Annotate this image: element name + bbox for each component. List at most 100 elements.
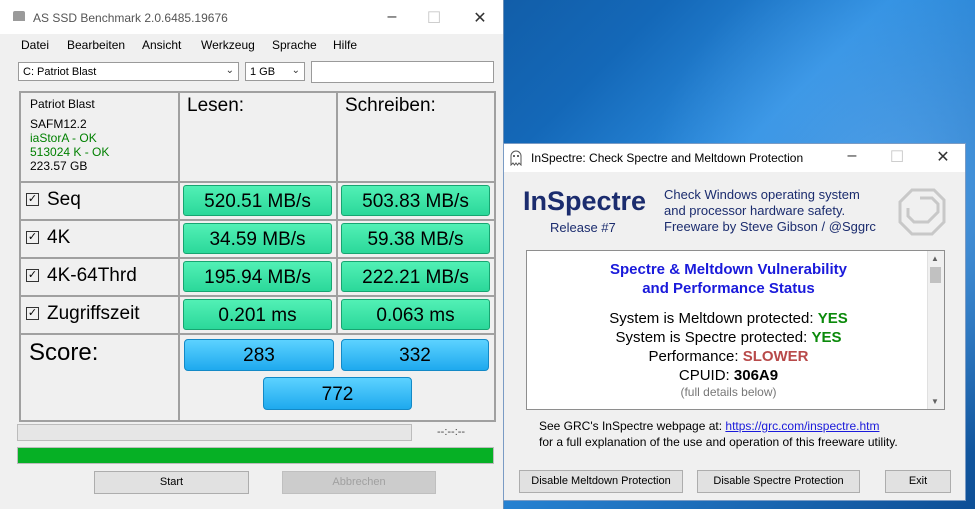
size-select[interactable]: 1 GB ⌄	[245, 62, 305, 81]
score-read: 283	[184, 339, 334, 371]
close-button[interactable]: ✕	[465, 8, 495, 28]
webpage-line: See GRC's InSpectre webpage at: https://…	[539, 419, 879, 433]
as-ssd-window: AS SSD Benchmark 2.0.6485.19676 – ☐ ✕ Da…	[0, 0, 504, 509]
grc-logo-icon	[898, 188, 946, 236]
chevron-down-icon: ⌄	[225, 65, 234, 76]
drive-select-value: C: Patriot Blast	[23, 66, 97, 78]
description-line: Freeware by Steve Gibson / @Sggrc	[664, 219, 876, 234]
menu-ansicht[interactable]: Ansicht	[142, 38, 181, 52]
menu-datei[interactable]: Datei	[21, 38, 49, 52]
scroll-thumb[interactable]	[930, 267, 941, 283]
menu-bar: Datei Bearbeiten Ansicht Werkzeug Sprach…	[0, 34, 503, 56]
row-label: 4K-64Thrd	[47, 265, 137, 286]
4k64-read-value: 195.94 MB/s	[183, 261, 332, 292]
window-title: AS SSD Benchmark 2.0.6485.19676	[33, 11, 228, 25]
status-heading: and Performance Status	[642, 280, 815, 297]
total-progress-bar	[17, 447, 494, 464]
menu-hilfe[interactable]: Hilfe	[333, 38, 357, 52]
4k64-write-cell: 222.21 MB/s	[337, 258, 495, 296]
access-write-cell: 0.063 ms	[337, 296, 495, 334]
test-progress-bar	[17, 424, 412, 441]
details-note: (full details below)	[680, 385, 777, 399]
read-header: Lesen:	[179, 92, 337, 182]
checkbox-checked-icon[interactable]: ✓	[26, 231, 39, 245]
4k-write-value: 59.38 MB/s	[341, 223, 490, 254]
menu-sprache[interactable]: Sprache	[272, 38, 317, 52]
spectre-value: YES	[811, 329, 842, 346]
description-line: and processor hardware safety.	[664, 203, 846, 218]
spectre-status: System is Spectre protected: YES	[527, 328, 930, 347]
description-line: Check Windows operating system	[664, 187, 860, 202]
row-label: Seq	[47, 189, 81, 210]
write-header: Schreiben:	[337, 92, 495, 182]
elapsed-time: --:--:--	[437, 426, 466, 438]
driver-status: iaStorA - OK	[30, 131, 97, 145]
4k64-write-value: 222.21 MB/s	[341, 261, 490, 292]
row-label: Zugriffszeit	[47, 303, 140, 324]
meltdown-label: System is Meltdown protected:	[609, 310, 814, 327]
4k-read-value: 34.59 MB/s	[183, 223, 332, 254]
disable-meltdown-button[interactable]: Disable Meltdown Protection	[519, 470, 683, 493]
minimize-button[interactable]: –	[377, 8, 407, 26]
seq-read-value: 520.51 MB/s	[183, 185, 332, 216]
cpuid-status: CPUID: 306A9	[527, 366, 930, 385]
explain-text: for a full explanation of the use and op…	[539, 435, 898, 449]
chevron-down-icon: ⌄	[291, 65, 300, 76]
close-button[interactable]: ✕	[928, 147, 958, 167]
scroll-up-icon[interactable]: ▲	[931, 254, 939, 263]
inspectre-window: InSpectre: Check Spectre and Meltdown Pr…	[503, 143, 966, 501]
row-4k[interactable]: ✓ 4K	[20, 220, 179, 258]
vertical-scrollbar[interactable]: ▲ ▼	[927, 251, 944, 409]
see-text: See GRC's InSpectre webpage at:	[539, 419, 723, 433]
drive-model: Patriot Blast	[30, 97, 95, 111]
score-total: 772	[263, 377, 412, 410]
status-panel: Spectre & Meltdown Vulnerability and Per…	[526, 250, 945, 410]
seq-read-cell: 520.51 MB/s	[179, 182, 337, 220]
abort-button[interactable]: Abbrechen	[282, 471, 436, 494]
4k64-read-cell: 195.94 MB/s	[179, 258, 337, 296]
maximize-button[interactable]: ☐	[419, 8, 449, 28]
disk-app-icon	[13, 11, 25, 21]
menu-werkzeug[interactable]: Werkzeug	[201, 38, 255, 52]
seq-write-cell: 503.83 MB/s	[337, 182, 495, 220]
checkbox-checked-icon[interactable]: ✓	[26, 193, 39, 207]
performance-status: Performance: SLOWER	[527, 347, 930, 366]
total-progress-fill	[18, 448, 493, 463]
score-area: 283 332 772	[179, 334, 495, 421]
checkbox-checked-icon[interactable]: ✓	[26, 269, 39, 283]
performance-value: SLOWER	[742, 348, 809, 365]
drive-select[interactable]: C: Patriot Blast ⌄	[18, 62, 239, 81]
spectre-label: System is Spectre protected:	[615, 329, 808, 346]
row-4k-64thrd[interactable]: ✓ 4K-64Thrd	[20, 258, 179, 296]
status-heading: Spectre & Meltdown Vulnerability	[610, 261, 847, 278]
access-write-value: 0.063 ms	[341, 299, 490, 330]
scroll-down-icon[interactable]: ▼	[931, 397, 939, 406]
release-label: Release #7	[550, 220, 616, 235]
minimize-button[interactable]: –	[837, 147, 867, 165]
4k-write-cell: 59.38 MB/s	[337, 220, 495, 258]
score-write: 332	[341, 339, 489, 371]
meltdown-value: YES	[817, 310, 848, 327]
drive-firmware: SAFM12.2	[30, 117, 87, 131]
drive-info: Patriot Blast SAFM12.2 iaStorA - OK 5130…	[20, 92, 179, 182]
row-zugriffszeit[interactable]: ✓ Zugriffszeit	[20, 296, 179, 334]
exit-button[interactable]: Exit	[885, 470, 951, 493]
cpuid-value: 306A9	[733, 367, 779, 384]
drive-capacity: 223.57 GB	[30, 159, 88, 173]
checkbox-checked-icon[interactable]: ✓	[26, 307, 39, 321]
maximize-button[interactable]: ☐	[882, 147, 912, 167]
cpuid-label: CPUID:	[678, 367, 730, 384]
performance-label: Performance:	[648, 348, 739, 365]
access-read-cell: 0.201 ms	[179, 296, 337, 334]
menu-bearbeiten[interactable]: Bearbeiten	[67, 38, 125, 52]
inspectre-titlebar: InSpectre: Check Spectre and Meltdown Pr…	[504, 144, 965, 172]
inspectre-link[interactable]: https://grc.com/inspectre.htm	[725, 419, 879, 433]
disable-spectre-button[interactable]: Disable Spectre Protection	[697, 470, 860, 493]
as-ssd-titlebar: AS SSD Benchmark 2.0.6485.19676 – ☐ ✕	[0, 0, 503, 34]
name-input[interactable]	[311, 61, 494, 83]
start-button[interactable]: Start	[94, 471, 249, 494]
alignment-status: 513024 K - OK	[30, 145, 110, 159]
row-seq[interactable]: ✓ Seq	[20, 182, 179, 220]
meltdown-status: System is Meltdown protected: YES	[527, 309, 930, 328]
seq-write-value: 503.83 MB/s	[341, 185, 490, 216]
